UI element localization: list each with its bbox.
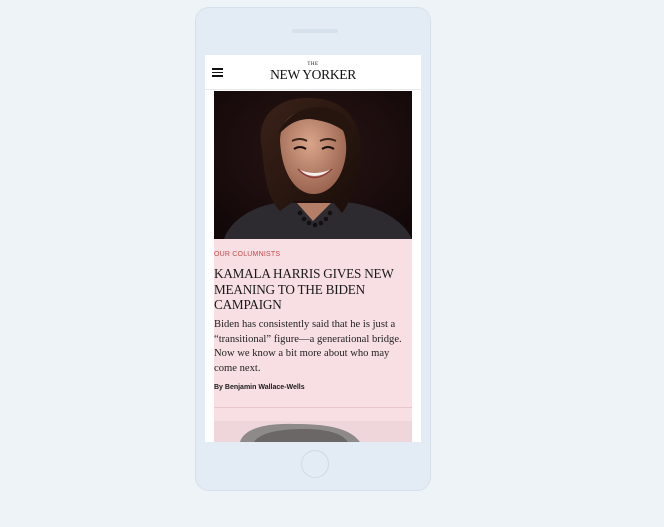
article-card[interactable]: OUR COLUMNISTS KAMALA HARRIS GIVES NEW M…	[214, 91, 412, 442]
article-divider	[214, 407, 412, 408]
article-byline[interactable]: By Benjamin Wallace-Wells	[214, 384, 305, 391]
article-headline[interactable]: KAMALA HARRIS GIVES NEW MEANING TO THE B…	[214, 266, 410, 313]
dek-line: “transitional” figure—a generational bri…	[214, 333, 402, 345]
article-dek: Biden has consistently said that he is j…	[214, 318, 412, 376]
home-button[interactable]	[301, 450, 329, 478]
page-background: THE NEW YORKER OUR COLUMNISTS KAMALA HAR…	[0, 0, 664, 527]
next-article-image[interactable]	[214, 421, 412, 442]
logo-name: NEW YORKER	[270, 67, 356, 82]
headline-line: CAMPAIGN	[214, 297, 282, 312]
dek-line: come next.	[214, 362, 261, 374]
new-yorker-logo[interactable]: THE NEW YORKER	[255, 62, 371, 82]
headline-line: MEANING TO THE BIDEN	[214, 281, 365, 297]
hamburger-menu-icon[interactable]	[212, 68, 223, 77]
headline-line: KAMALA HARRIS GIVES NEW	[214, 266, 394, 281]
dek-line: Now we know a bit more about who may	[214, 348, 390, 360]
site-header: THE NEW YORKER	[205, 55, 421, 90]
phone-speaker	[292, 29, 338, 33]
phone-screen: THE NEW YORKER OUR COLUMNISTS KAMALA HAR…	[205, 55, 421, 442]
dek-line: Biden has consistently said that he is j…	[214, 319, 396, 330]
article-hero-image[interactable]	[214, 91, 412, 239]
article-rubric[interactable]: OUR COLUMNISTS	[214, 251, 280, 258]
